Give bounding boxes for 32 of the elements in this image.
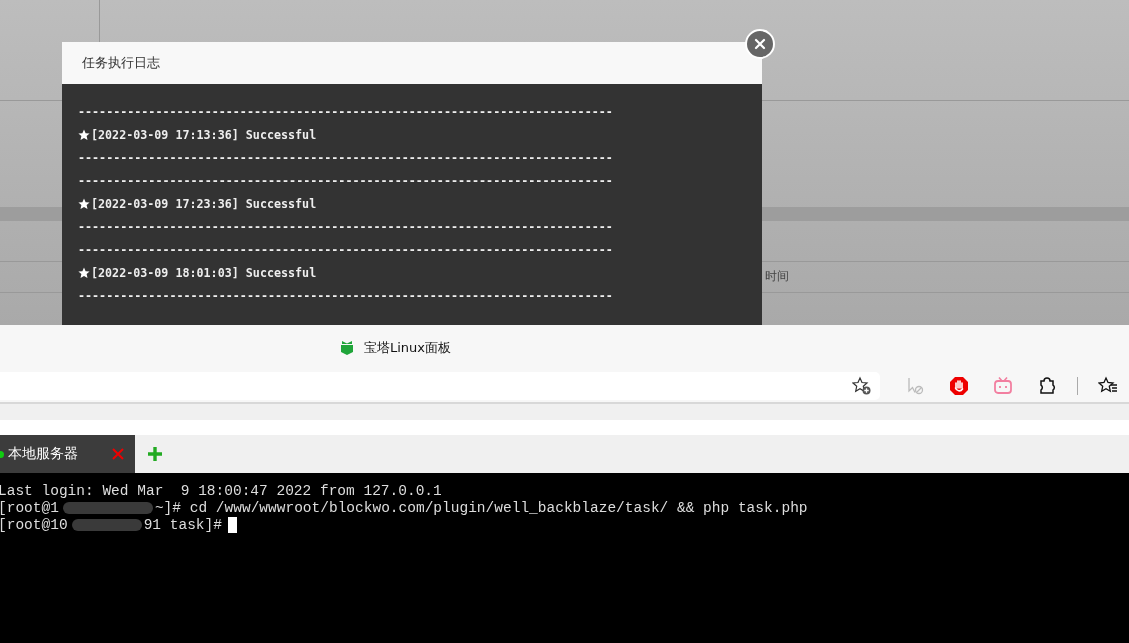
terminal-text: Last login: Wed Mar 9 18:00:47 2022 from 127.0.0.1: [0, 482, 442, 499]
close-button[interactable]: [745, 29, 775, 59]
log-separator: ----------------------------------------------------------------------------: [78, 219, 613, 234]
terminal-text: 91 task]#: [143, 516, 222, 533]
log-entry: [2022-03-09 17:23:36] Successful: [91, 196, 317, 211]
stop-hand-icon[interactable]: [949, 376, 969, 396]
terminal-text: ~]# cd /www/wwwroot/blockwo.com/plugin/well_backblaze/task/ && php task.php: [154, 499, 808, 516]
close-icon: [754, 38, 766, 50]
puzzle-icon[interactable]: [1037, 376, 1057, 396]
dialog-title: 任务执行日志: [82, 54, 160, 72]
log-entry: [2022-03-09 17:13:36] Successful: [91, 127, 317, 142]
star-icon: [78, 197, 90, 210]
tv-icon[interactable]: [993, 376, 1013, 396]
shield-icon: [340, 339, 354, 356]
terminal-text: [root@1: [0, 499, 59, 516]
add-favorite-icon[interactable]: [852, 376, 872, 396]
close-icon[interactable]: [111, 447, 125, 461]
redacted-block: [71, 518, 142, 531]
log-separator: ----------------------------------------------------------------------------: [78, 104, 613, 119]
column-header: 时间: [765, 268, 789, 285]
log-separator: ----------------------------------------------------------------------------: [78, 242, 613, 257]
terminal-tab[interactable]: 本地服务器: [0, 435, 135, 473]
star-icon: [78, 128, 90, 141]
log-separator: ----------------------------------------------------------------------------: [78, 150, 613, 165]
log-separator: ----------------------------------------------------------------------------: [78, 173, 613, 188]
text-cursor: [227, 516, 237, 533]
plus-icon: [147, 446, 163, 462]
terminal-text: [root@10: [0, 516, 68, 533]
browser-tab[interactable]: 宝塔Linux面板: [340, 338, 452, 357]
log-separator: ----------------------------------------------------------------------------: [78, 288, 613, 303]
star-icon: [78, 266, 90, 279]
log-entry: [2022-03-09 18:01:03] Successful: [91, 265, 317, 280]
